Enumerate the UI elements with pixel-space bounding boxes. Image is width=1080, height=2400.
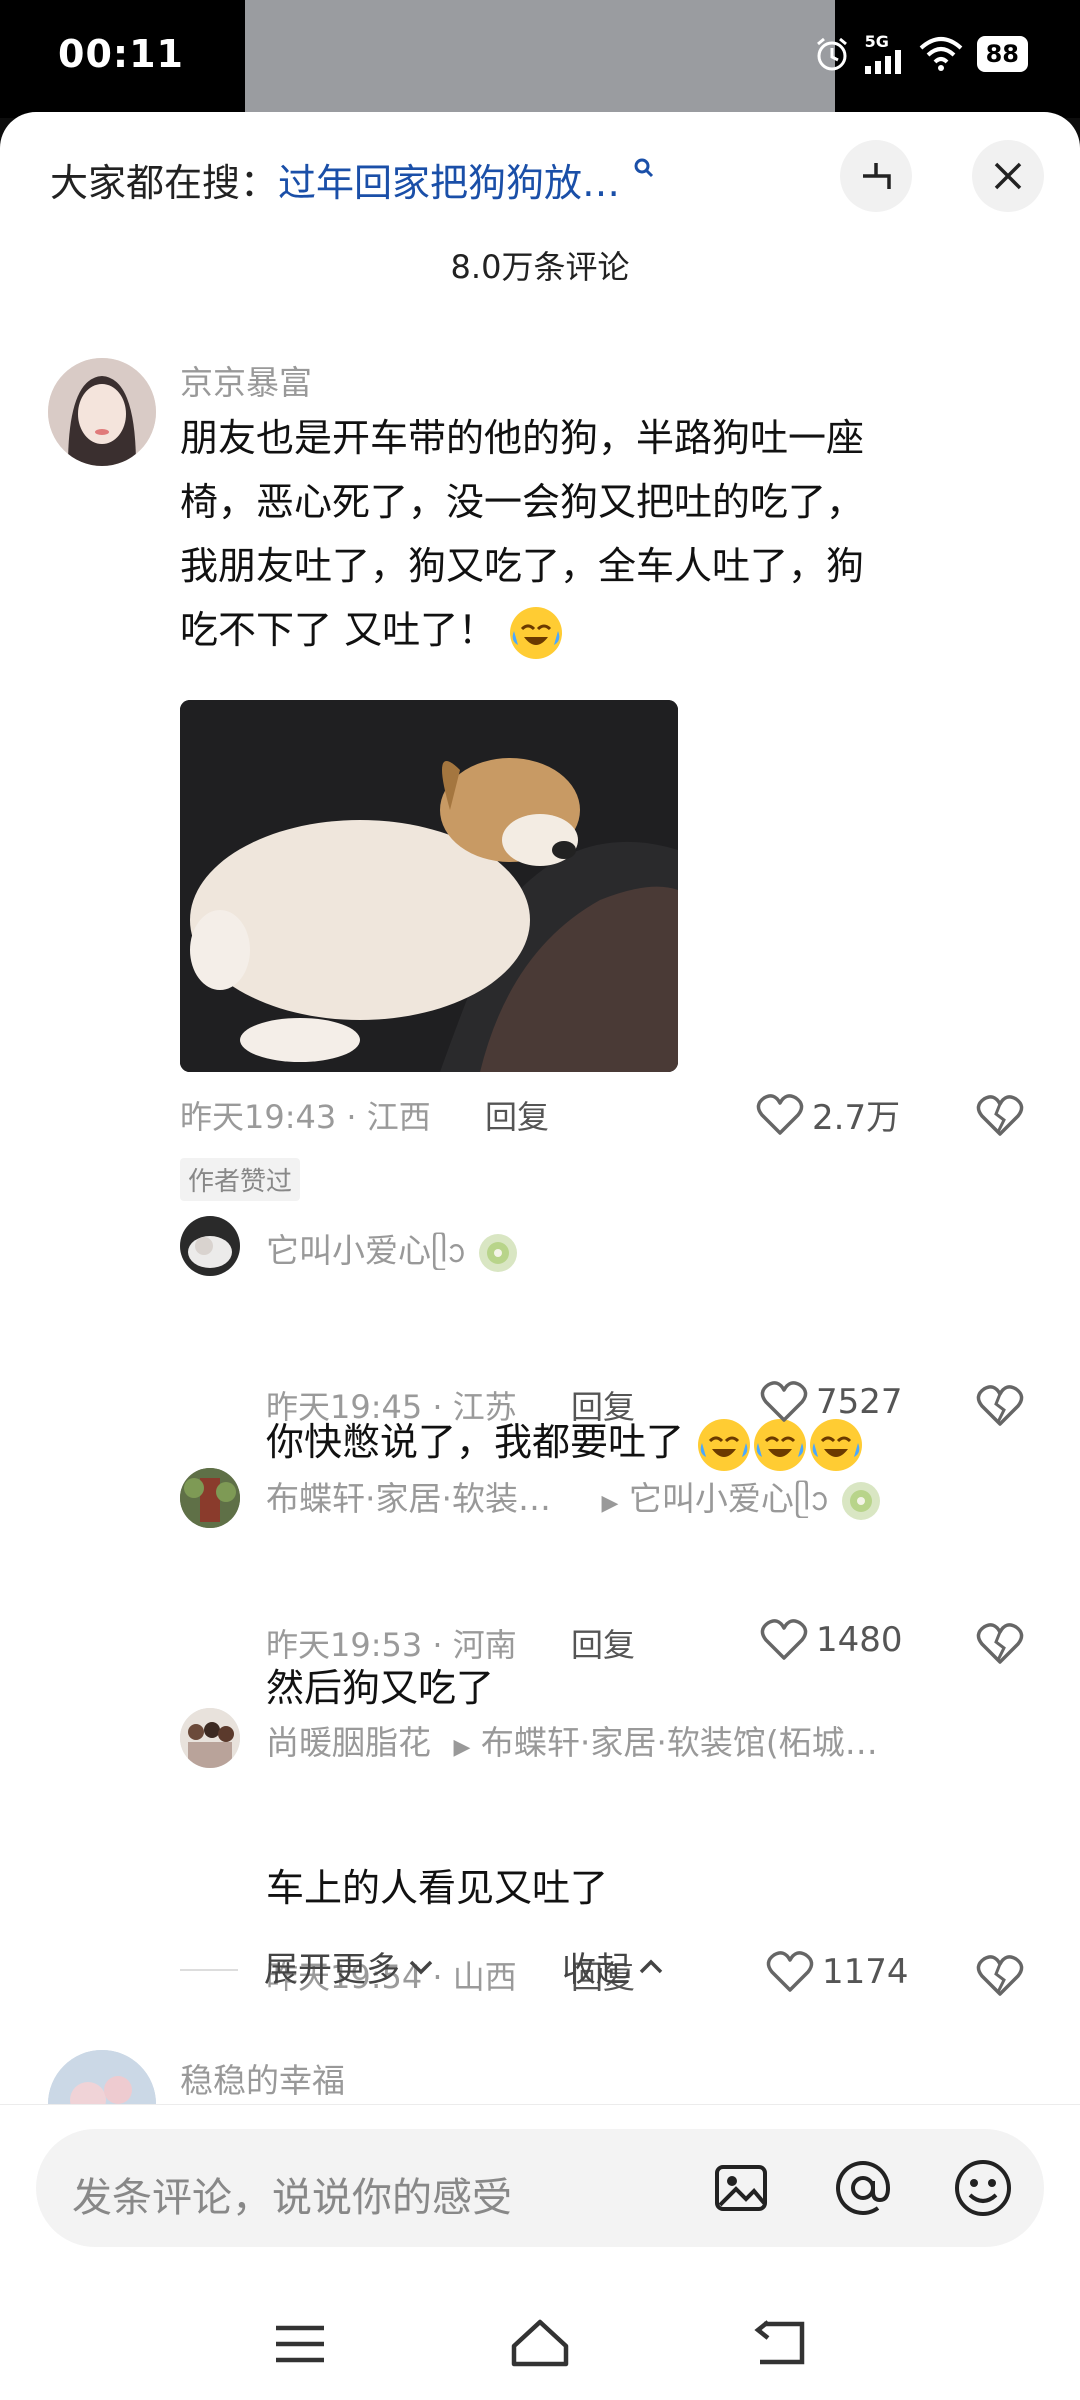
search-prefix: 大家都在搜： bbox=[50, 161, 279, 205]
like-count: 2.7万 bbox=[812, 1098, 901, 1138]
reply-author[interactable]: 它叫小爱心ᥫᩣ bbox=[266, 1224, 519, 1280]
heart-icon bbox=[760, 1619, 808, 1660]
reply-meta: 昨天19:45 · 江苏 回复 bbox=[266, 1388, 635, 1426]
crying-laughing-emoji-icon bbox=[698, 1418, 751, 1471]
menu-icon[interactable] bbox=[274, 2324, 326, 2364]
kiwi-badge-icon bbox=[478, 1233, 517, 1272]
reply-text: 车上的人看见又吐了 bbox=[266, 1866, 609, 1910]
avatar[interactable] bbox=[180, 1468, 240, 1528]
close-icon bbox=[994, 162, 1022, 190]
comment-author[interactable]: 稳稳的幸福 bbox=[180, 2054, 345, 2102]
avatar[interactable] bbox=[180, 1216, 240, 1276]
collapse-button[interactable]: 收起 bbox=[562, 1942, 666, 1991]
search-query-link[interactable]: 过年回家把狗狗放… bbox=[278, 161, 620, 205]
comment-input-placeholder: 发条评论，说说你的感受 bbox=[72, 2175, 512, 2221]
dislike-button[interactable] bbox=[976, 1094, 1024, 1142]
heart-icon bbox=[760, 1381, 808, 1422]
at-mention-icon[interactable] bbox=[832, 2157, 894, 2219]
minimize-icon bbox=[863, 163, 891, 189]
home-icon[interactable] bbox=[510, 2318, 570, 2368]
broken-heart-icon bbox=[976, 1955, 1024, 1996]
system-nav-bar bbox=[0, 2288, 1080, 2400]
alarm-icon bbox=[816, 37, 847, 71]
comment-time: 昨天19:43 bbox=[180, 1098, 337, 1136]
trending-search-bar[interactable]: 大家都在搜：过年回家把狗狗放… bbox=[50, 152, 656, 207]
kiwi-badge-icon bbox=[841, 1481, 880, 1520]
back-icon[interactable] bbox=[754, 2320, 806, 2366]
comment-input-bar: 发条评论，说说你的感受 bbox=[0, 2104, 1080, 2288]
reply-meta: 昨天19:53 · 河南 回复 bbox=[266, 1626, 635, 1664]
avatar[interactable] bbox=[48, 358, 156, 466]
dislike-button[interactable] bbox=[976, 1622, 1024, 1670]
search-icon bbox=[634, 158, 654, 178]
comment-image[interactable] bbox=[180, 700, 678, 1072]
reply-arrow-icon: ▶ bbox=[453, 1735, 471, 1760]
expand-more-button[interactable]: 展开更多 bbox=[264, 1942, 436, 1991]
status-time: 00:11 bbox=[58, 32, 184, 76]
comment-location: 江西 bbox=[366, 1098, 431, 1136]
video-thumbnail-strip bbox=[245, 0, 835, 118]
like-button[interactable]: 7527 bbox=[760, 1380, 903, 1424]
like-count: 7527 bbox=[816, 1382, 903, 1422]
like-count: 1174 bbox=[822, 1952, 909, 1992]
minimize-button[interactable] bbox=[840, 140, 912, 212]
broken-heart-icon bbox=[976, 1385, 1024, 1426]
crying-laughing-emoji-icon bbox=[810, 1418, 863, 1471]
author-liked-badge: 作者赞过 bbox=[180, 1158, 301, 1201]
avatar-cat-icon bbox=[180, 1216, 240, 1276]
signal-icon bbox=[864, 50, 901, 74]
comment-line: 朋友也是开车带的他的狗，半路狗吐一座 bbox=[180, 416, 865, 460]
broken-heart-icon bbox=[976, 1095, 1024, 1136]
like-button[interactable]: 2.7万 bbox=[756, 1090, 900, 1139]
reply-button[interactable]: 回复 bbox=[571, 1388, 635, 1426]
reply-author[interactable]: 布蝶轩·家居·软装… ▶ 它叫小爱心ᥫᩣ bbox=[266, 1472, 882, 1528]
reply-button[interactable]: 回复 bbox=[485, 1098, 549, 1136]
like-count: 1480 bbox=[816, 1620, 903, 1660]
avatar-people-icon bbox=[180, 1708, 240, 1768]
reply-arrow-icon: ▶ bbox=[601, 1491, 619, 1516]
status-icons: 5G 88 bbox=[813, 34, 1028, 74]
chevron-down-icon bbox=[409, 1960, 433, 1974]
heart-icon bbox=[756, 1093, 804, 1135]
reply-button[interactable]: 回复 bbox=[571, 1626, 635, 1664]
crying-laughing-emoji-icon bbox=[510, 606, 563, 659]
emoji-icon[interactable] bbox=[952, 2157, 1014, 2219]
like-button[interactable]: 1480 bbox=[760, 1618, 903, 1662]
status-bar: 00:11 5G 88 bbox=[0, 0, 1080, 118]
crying-laughing-emoji-icon bbox=[754, 1418, 807, 1471]
network-type: 5G bbox=[864, 32, 889, 51]
broken-heart-icon bbox=[976, 1623, 1024, 1664]
reply-to-user[interactable]: 布蝶轩·家居·软装馆(柘城… bbox=[481, 1723, 878, 1762]
battery-indicator: 88 bbox=[976, 36, 1028, 72]
comments-sheet: 大家都在搜：过年回家把狗狗放… 8.0万条评论 京京暴富 朋友也是开车带的他的狗… bbox=[0, 112, 1080, 2400]
divider-line bbox=[180, 1969, 238, 1971]
image-icon[interactable] bbox=[712, 2159, 770, 2217]
comment-line: 吃不下了 又吐了！ bbox=[180, 598, 1040, 662]
avatar-plant-icon bbox=[180, 1468, 240, 1528]
wifi-icon bbox=[919, 37, 962, 71]
close-button[interactable] bbox=[972, 140, 1044, 212]
dislike-button[interactable] bbox=[976, 1384, 1024, 1432]
like-button[interactable]: 1174 bbox=[766, 1950, 909, 1994]
comment-input[interactable]: 发条评论，说说你的感受 bbox=[36, 2129, 1044, 2247]
heart-icon bbox=[766, 1951, 814, 1992]
comment-line: 椅，恶心死了，没一会狗又把吐的吃了， bbox=[180, 480, 865, 524]
reply-author[interactable]: 尚暖胭脂花 ▶ 布蝶轩·家居·软装馆(柘城… bbox=[266, 1716, 878, 1764]
reply-to-user[interactable]: 它叫小爱心ᥫᩣ bbox=[629, 1479, 829, 1518]
dislike-button[interactable] bbox=[976, 1954, 1024, 2002]
avatar[interactable] bbox=[180, 1708, 240, 1768]
comment-author[interactable]: 京京暴富 bbox=[180, 356, 312, 404]
comment-meta: 昨天19:43 · 江西 回复 bbox=[180, 1098, 549, 1136]
sleeping-dog-photo bbox=[180, 700, 678, 1072]
chevron-up-icon bbox=[639, 1959, 663, 1973]
avatar-portrait-icon bbox=[48, 358, 156, 466]
comment-line: 我朋友吐了，狗又吃了，全车人吐了，狗 bbox=[180, 544, 865, 588]
comments-count: 8.0万条评论 bbox=[450, 248, 630, 286]
comment-text: 朋友也是开车带的他的狗，半路狗吐一座 椅，恶心死了，没一会狗又把吐的吃了， 我朋… bbox=[180, 406, 1040, 662]
